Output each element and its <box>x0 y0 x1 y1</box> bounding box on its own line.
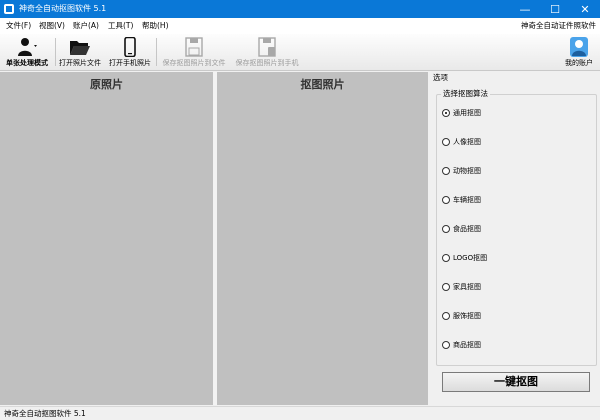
related-product-link[interactable]: 神奇全自动证件照软件 <box>521 21 596 31</box>
options-panel: 选项 选择抠图算法 通用抠图 人像抠图 动物抠图 车辆抠图 食品抠图 LOGO抠… <box>430 72 600 405</box>
mode-button[interactable]: 单张处理模式 <box>2 34 52 70</box>
toolbar-separator <box>55 38 56 66</box>
radio-label: 车辆抠图 <box>453 196 481 204</box>
original-photo-panel: 原照片 <box>0 72 213 405</box>
result-photo-panel: 抠图照片 <box>217 72 428 405</box>
save-file-button[interactable]: 保存抠图照片到文件 <box>158 34 230 70</box>
menu-bar: 文件(F) 视图(V) 账户(A) 工具(T) 帮助(H) 神奇全自动证件照软件 <box>0 18 600 34</box>
toolbar-separator <box>156 38 157 66</box>
radio-dot <box>442 283 450 291</box>
menu-tools[interactable]: 工具(T) <box>108 21 133 31</box>
original-photo-title: 原照片 <box>90 78 123 91</box>
algorithm-group: 选择抠图算法 通用抠图 人像抠图 动物抠图 车辆抠图 食品抠图 LOGO抠图 家… <box>436 89 597 366</box>
minimize-button[interactable]: — <box>510 0 540 18</box>
radio-dot <box>442 341 450 349</box>
person-icon <box>16 37 38 57</box>
folder-icon <box>69 37 91 57</box>
radio-label: 服饰抠图 <box>453 312 481 320</box>
app-icon <box>4 4 14 14</box>
options-header: 选项 <box>433 73 448 82</box>
result-photo-title: 抠图照片 <box>300 78 345 91</box>
close-button[interactable]: ✕ <box>570 0 600 18</box>
status-text: 神奇全自动抠图软件 5.1 <box>4 409 86 418</box>
radio-label: 通用抠图 <box>453 109 481 117</box>
mode-label: 单张处理模式 <box>6 59 48 67</box>
open-file-label: 打开照片文件 <box>59 59 101 67</box>
save-phone-button[interactable]: 保存抠图照片到手机 <box>231 34 303 70</box>
floppy-icon <box>183 37 205 57</box>
account-button[interactable]: 我的账户 <box>560 34 598 70</box>
radio-label: 动物抠图 <box>453 167 481 175</box>
toolbar: 单张处理模式 打开照片文件 打开手机照片 保存抠图照片到文件 保存抠图照片到手机… <box>0 34 600 71</box>
phone-icon <box>119 37 141 57</box>
menu-account[interactable]: 账户(A) <box>73 21 99 31</box>
radio-dot <box>442 225 450 233</box>
status-bar: 神奇全自动抠图软件 5.1 <box>0 406 600 420</box>
save-phone-label: 保存抠图照片到手机 <box>235 59 299 67</box>
menu-view[interactable]: 视图(V) <box>39 21 65 31</box>
radio-label: 家具抠图 <box>453 283 481 291</box>
radio-dot <box>442 196 450 204</box>
radio-label: 食品抠图 <box>453 225 481 233</box>
open-file-button[interactable]: 打开照片文件 <box>57 34 103 70</box>
save-file-label: 保存抠图照片到文件 <box>162 59 226 67</box>
radio-dot <box>442 254 450 262</box>
open-phone-label: 打开手机照片 <box>109 59 151 67</box>
floppy-phone-icon <box>256 37 278 57</box>
user-avatar-icon <box>568 37 590 57</box>
one-click-cutout-button[interactable]: 一键抠图 <box>442 372 590 392</box>
open-phone-button[interactable]: 打开手机照片 <box>106 34 154 70</box>
maximize-button[interactable]: ☐ <box>540 0 570 18</box>
window-title: 神奇全自动抠图软件 5.1 <box>19 4 107 13</box>
radio-label: LOGO抠图 <box>453 254 488 262</box>
radio-dot <box>442 109 450 117</box>
menu-file[interactable]: 文件(F) <box>6 21 31 31</box>
title-bar: 神奇全自动抠图软件 5.1 — ☐ ✕ <box>0 0 600 18</box>
radio-label: 商品抠图 <box>453 341 481 349</box>
radio-dot <box>442 167 450 175</box>
account-label: 我的账户 <box>565 59 593 67</box>
radio-dot <box>442 138 450 146</box>
radio-dot <box>442 312 450 320</box>
algorithm-group-label: 选择抠图算法 <box>441 89 490 99</box>
radio-label: 人像抠图 <box>453 138 481 146</box>
menu-help[interactable]: 帮助(H) <box>142 21 169 31</box>
